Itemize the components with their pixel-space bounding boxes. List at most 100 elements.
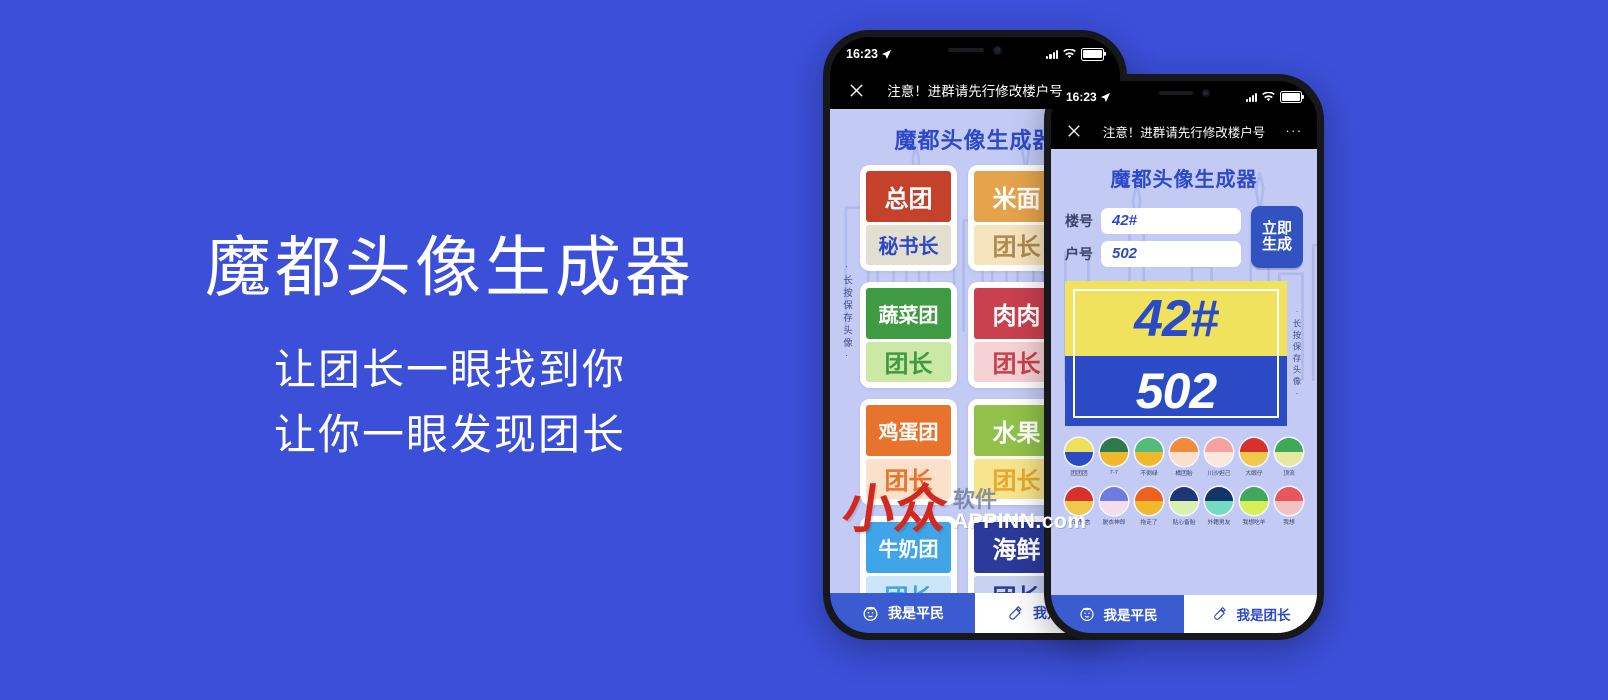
- avatar-preview-bottom: 502: [1065, 356, 1287, 426]
- battery-icon: [1280, 90, 1302, 104]
- building-number-label: 楼号: [1065, 212, 1093, 229]
- earpiece-speaker-icon: [1158, 91, 1193, 95]
- promo-subtitle-line-1: 让团长一眼找到你: [273, 346, 626, 394]
- unit-number-input[interactable]: 502: [1101, 240, 1241, 267]
- watermark-logo: 小众: [838, 481, 952, 539]
- close-icon[interactable]: [1063, 120, 1085, 142]
- avatar-preview-top: 42#: [1065, 281, 1287, 357]
- location-arrow-icon: [881, 49, 892, 59]
- swatch-row: 上帝预言 脱衣神郎 拖走了 贴心备胎 外籍男友 我想吃羊 我想: [1065, 487, 1303, 529]
- front-phone-notch: [1132, 81, 1236, 105]
- swatch-bottom-half: [1100, 452, 1128, 466]
- color-swatch[interactable]: 橘团胎: [1170, 438, 1198, 480]
- color-swatch-label: 橘团胎: [1175, 469, 1193, 477]
- swatch-top-half: [1240, 487, 1268, 501]
- status-indicators: [1046, 47, 1104, 61]
- nav-title: 注意！进群请先行修改楼户号: [1102, 125, 1266, 140]
- color-swatch-dot: [1135, 438, 1163, 466]
- location-arrow-icon: [1100, 92, 1110, 102]
- avatar-card[interactable]: 总团 秘书长: [860, 165, 957, 271]
- front-phone-app-title: 魔都头像生成器: [1110, 169, 1258, 191]
- status-time-text: 16:23: [1066, 90, 1097, 104]
- front-phone-app-body: 魔都头像生成器 楼号 42# 户号 502 立即 生成 42# 502 ·长按保…: [1051, 149, 1317, 595]
- avatar-preview-row: 42# 502 ·长按保存头像·: [1065, 281, 1303, 426]
- color-swatch[interactable]: 川沙妲己: [1205, 438, 1233, 480]
- generate-button[interactable]: 立即 生成: [1251, 206, 1303, 268]
- color-swatch-label: 我想: [1283, 518, 1295, 526]
- color-swatch[interactable]: 7-7: [1100, 438, 1128, 480]
- color-swatch[interactable]: 脱衣神郎: [1100, 487, 1128, 529]
- color-swatch[interactable]: 顶流: [1275, 438, 1303, 480]
- avatar-preview[interactable]: 42# 502: [1065, 281, 1287, 426]
- swatch-row: 团团团 7-7 不倒绿 橘团胎 川沙妲己 大眼仔 顶流: [1065, 438, 1303, 480]
- back-phone-notch: [919, 37, 1031, 63]
- promo-subtitle: 让团长一眼找到你 让你一眼发现团长: [0, 337, 900, 467]
- color-swatch[interactable]: 我想: [1275, 487, 1303, 529]
- swatch-bottom-half: [1205, 501, 1233, 515]
- color-swatch[interactable]: 团团团: [1065, 438, 1093, 480]
- building-number-input[interactable]: 42#: [1101, 207, 1241, 234]
- swatch-top-half: [1240, 438, 1268, 452]
- swatch-bottom-half: [1240, 452, 1268, 466]
- color-swatch[interactable]: 大眼仔: [1240, 438, 1268, 480]
- building-field-row: 楼号 42#: [1065, 207, 1241, 234]
- swatch-top-half: [1100, 487, 1128, 501]
- color-swatch-dot: [1170, 438, 1198, 466]
- color-swatch-label: 脱衣神郎: [1102, 518, 1126, 526]
- swatch-bottom-half: [1275, 452, 1303, 466]
- color-swatch[interactable]: 拖走了: [1135, 487, 1163, 529]
- close-icon[interactable]: [844, 78, 868, 102]
- avatar-card-bottom: 团长: [866, 575, 951, 593]
- baby-face-icon: [1079, 607, 1094, 621]
- unit-number-label: 户号: [1065, 245, 1093, 262]
- color-swatch[interactable]: 不倒绿: [1135, 438, 1163, 480]
- color-swatch-label: 7-7: [1109, 469, 1119, 476]
- baby-face-icon: [863, 606, 878, 621]
- swatch-top-half: [1065, 438, 1093, 452]
- swatch-top-half: [1100, 438, 1128, 452]
- tab-i-am-leader[interactable]: 我是团长: [1184, 595, 1317, 633]
- more-dots-icon[interactable]: ···: [1283, 124, 1305, 138]
- front-camera-icon: [993, 45, 1002, 55]
- color-swatch[interactable]: 贴心备胎: [1170, 487, 1198, 529]
- color-swatch[interactable]: 我想吃羊: [1240, 487, 1268, 529]
- front-phone-tab-bar: 我是平民 我是团长: [1051, 595, 1317, 633]
- status-time-text: 16:23: [846, 47, 878, 61]
- swatch-bottom-half: [1205, 452, 1233, 466]
- generator-form: 楼号 42# 户号 502 立即 生成: [1065, 206, 1303, 268]
- form-fields: 楼号 42# 户号 502: [1065, 207, 1241, 267]
- color-swatch-dot: [1205, 487, 1233, 515]
- unit-field-row: 户号 502: [1065, 240, 1241, 267]
- nav-title: 注意！进群请先行修改楼户号: [887, 84, 1063, 99]
- front-phone-save-tip: ·长按保存头像·: [1292, 306, 1302, 401]
- generate-button-line-1: 立即: [1261, 219, 1292, 237]
- color-swatch[interactable]: 外籍男友: [1205, 487, 1233, 529]
- baby-bottle-icon: [1009, 605, 1022, 620]
- front-phone-nav-bar: 注意！进群请先行修改楼户号 ···: [1051, 113, 1317, 149]
- color-swatch-label: 我想吃羊: [1242, 518, 1266, 526]
- swatch-bottom-half: [1170, 452, 1198, 466]
- tab-i-am-resident[interactable]: 我是平民: [830, 593, 975, 633]
- avatar-card[interactable]: 蔬菜团 团长: [860, 282, 957, 388]
- swatch-bottom-half: [1240, 501, 1268, 515]
- color-swatch-dot: [1240, 438, 1268, 466]
- color-swatch-label: 拖走了: [1140, 518, 1158, 526]
- wifi-icon: [1262, 92, 1275, 102]
- cellular-bars-icon: [1046, 49, 1058, 59]
- swatch-bottom-half: [1170, 501, 1198, 515]
- avatar-card-top: 蔬菜团: [866, 288, 951, 339]
- color-swatch-dot: [1135, 487, 1163, 515]
- color-swatch-dot: [1065, 438, 1093, 466]
- swatch-bottom-half: [1135, 501, 1163, 515]
- swatch-top-half: [1275, 487, 1303, 501]
- color-swatch-dot: [1240, 487, 1268, 515]
- page-title: 魔都头像生成器: [205, 230, 695, 304]
- color-swatch-label: 川沙妲己: [1207, 469, 1231, 477]
- avatar-unit-text: 502: [1135, 363, 1217, 420]
- status-indicators: [1245, 90, 1302, 104]
- generate-button-line-2: 生成: [1261, 236, 1292, 253]
- avatar-building-text: 42#: [1134, 289, 1219, 348]
- swatch-top-half: [1135, 487, 1163, 501]
- tab-i-am-resident[interactable]: 我是平民: [1051, 595, 1184, 633]
- promo-subtitle-line-2: 让你一眼发现团长: [273, 411, 626, 459]
